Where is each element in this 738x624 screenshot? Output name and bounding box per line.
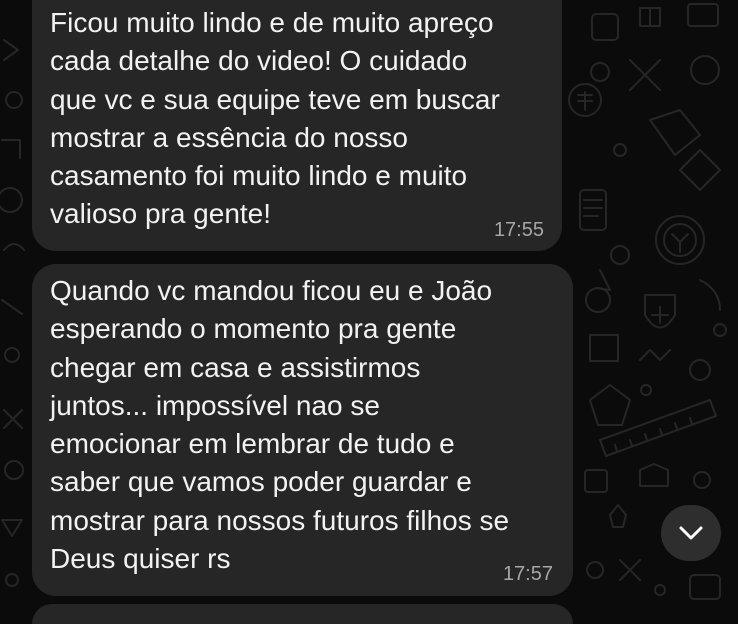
- next-message-bubble: [32, 604, 573, 624]
- message-bubble[interactable]: Quando vc mandou ficou eu e João esperan…: [32, 264, 573, 596]
- message-text: Quando vc mandou ficou eu e João esperan…: [50, 275, 510, 575]
- scroll-to-bottom-button[interactable]: [661, 505, 721, 561]
- chevron-down-icon: [679, 526, 703, 540]
- message-text: Ficou muito lindo e de muito apreço cada…: [50, 7, 500, 230]
- message-timestamp: 17:57: [502, 563, 553, 585]
- message-bubble[interactable]: Ficou muito lindo e de muito apreço cada…: [32, 0, 562, 251]
- message-timestamp: 17:55: [493, 219, 544, 241]
